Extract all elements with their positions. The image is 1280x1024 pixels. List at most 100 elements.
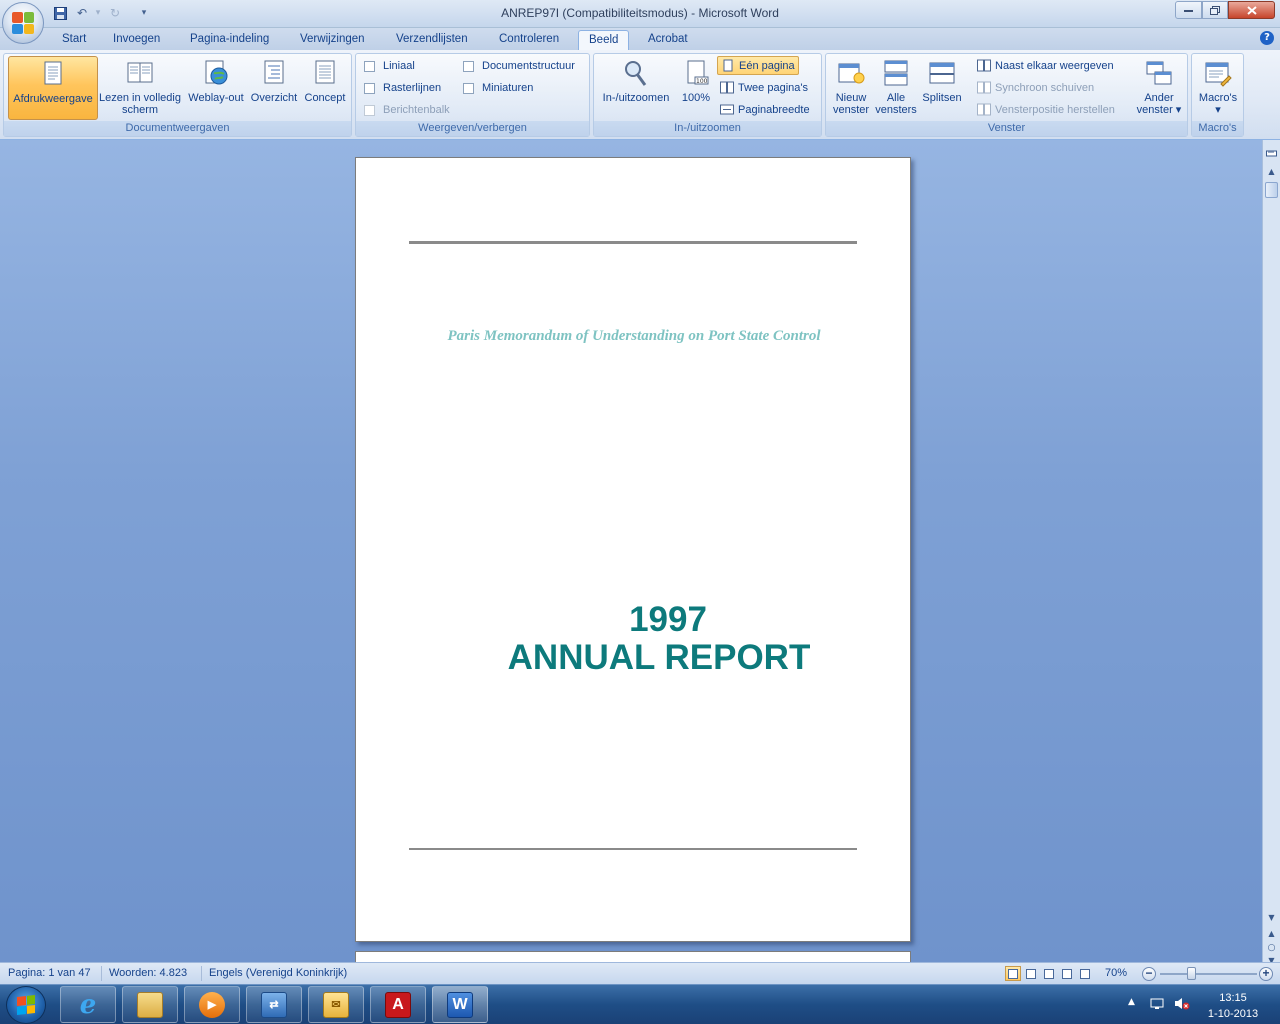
scrollbar-thumb[interactable]	[1265, 182, 1278, 198]
system-clock[interactable]: 13:15 1-10-2013	[1196, 990, 1270, 1022]
scroll-down-icon[interactable]: ▼	[1264, 910, 1279, 925]
document-page[interactable]: Paris Memorandum of Understanding on Por…	[355, 157, 911, 942]
remote-app-icon: ⇄	[261, 991, 287, 1018]
show-hidden-icons[interactable]: ▲	[1128, 997, 1135, 1007]
one-page-icon	[721, 59, 735, 72]
clock-time: 13:15	[1219, 992, 1247, 1004]
web-layout-icon	[205, 60, 228, 85]
tab-verzendlijsten[interactable]: Verzendlijsten	[394, 30, 470, 50]
office-button[interactable]	[2, 2, 44, 44]
page-count[interactable]: Pagina: 1 van 47	[8, 967, 91, 979]
taskbar-word[interactable]: W	[432, 986, 488, 1023]
miniaturen-checkbox[interactable]: Miniaturen	[463, 79, 533, 97]
overzicht-button[interactable]: Overzicht	[248, 56, 300, 120]
paginabreedte-button[interactable]: Paginabreedte	[717, 100, 813, 119]
restore-button[interactable]	[1202, 1, 1228, 19]
new-window-icon	[838, 63, 865, 84]
macros-button[interactable]: Macro's ▾	[1194, 56, 1242, 120]
next-page[interactable]	[355, 951, 911, 962]
ribbon-tabs: Start Invoegen Pagina-indeling Verwijzin…	[0, 28, 1280, 50]
group-weergeven-verbergen: Liniaal Rasterlijnen Berichtenbalk Docum…	[355, 53, 590, 137]
taskbar: e ▶ ⇄ ✉ A W ▲ 13:15 1-10-2013	[0, 984, 1280, 1024]
reading-view-icon[interactable]	[1023, 966, 1039, 981]
tab-beeld[interactable]: Beeld	[578, 30, 630, 50]
ander-venster-button[interactable]: Ander venster ▾	[1134, 56, 1184, 120]
taskbar-remote-app[interactable]: ⇄	[246, 986, 302, 1023]
help-icon[interactable]: ?	[1260, 31, 1274, 45]
clock-date: 1-10-2013	[1207, 1008, 1259, 1020]
group-label-zoom: In-/uitzoomen	[594, 121, 821, 136]
start-button[interactable]	[6, 986, 46, 1024]
naast-elkaar-button[interactable]: Naast elkaar weergeven	[974, 56, 1117, 75]
group-documentweergaven: Afdrukweergave Lezen in volledig scherm …	[3, 53, 352, 137]
print-layout-icon	[44, 61, 62, 85]
word-count[interactable]: Woorden: 4.823	[109, 967, 187, 979]
draft-view-icon[interactable]	[1077, 966, 1093, 981]
full-screen-reading-icon	[127, 62, 153, 83]
tab-pagina-indeling[interactable]: Pagina-indeling	[188, 30, 271, 50]
scroll-up-icon[interactable]: ▲	[1264, 164, 1279, 179]
afdrukweergave-button[interactable]: Afdrukweergave	[8, 56, 98, 120]
zoom-in-icon[interactable]: +	[1259, 967, 1273, 981]
document-area[interactable]: Paris Memorandum of Understanding on Por…	[0, 140, 1262, 962]
rasterlijnen-checkbox[interactable]: Rasterlijnen	[364, 79, 441, 97]
zoom-button[interactable]: In-/uitzoomen	[597, 56, 675, 120]
page-100-icon: 100	[687, 60, 709, 85]
group-macros: Macro's ▾ Macro's	[1191, 53, 1244, 137]
zoom-level[interactable]: 70%	[1105, 967, 1127, 979]
taskbar-acrobat[interactable]: A	[370, 986, 426, 1023]
previous-page-icon[interactable]: ▲	[1264, 926, 1279, 941]
arrange-all-icon	[884, 60, 908, 86]
internet-explorer-icon: e	[79, 989, 97, 1020]
weblay-out-button[interactable]: Weblay-out	[184, 56, 248, 120]
nieuw-venster-button[interactable]: Nieuw venster	[829, 56, 873, 120]
windows-logo-icon	[17, 995, 35, 1015]
outline-icon	[264, 60, 284, 84]
tab-invoegen[interactable]: Invoegen	[111, 30, 162, 50]
web-layout-view-icon[interactable]	[1041, 966, 1057, 981]
status-bar: Pagina: 1 van 47 Woorden: 4.823 Engels (…	[0, 962, 1280, 984]
minimize-button[interactable]	[1175, 1, 1202, 19]
outline-view-icon[interactable]	[1059, 966, 1075, 981]
zoom-slider-track[interactable]	[1160, 973, 1257, 975]
split-icon	[929, 62, 955, 84]
zoom-slider-thumb[interactable]	[1187, 967, 1196, 980]
language[interactable]: Engels (Verenigd Koninkrijk)	[209, 967, 347, 979]
liniaal-checkbox[interactable]: Liniaal	[364, 57, 415, 75]
twee-paginas-button[interactable]: Twee pagina's	[717, 78, 811, 97]
taskbar-file-explorer[interactable]	[122, 986, 178, 1023]
group-label-documentweergaven: Documentweergaven	[4, 121, 351, 136]
office-logo-icon	[12, 12, 34, 34]
volume-muted-icon[interactable]	[1174, 997, 1190, 1013]
page-width-icon	[720, 103, 734, 116]
zoom-out-icon[interactable]: −	[1142, 967, 1156, 981]
documentstructuur-checkbox[interactable]: Documentstructuur	[463, 57, 575, 75]
zoom-100-button[interactable]: 100 100%	[678, 56, 714, 120]
print-layout-view-icon[interactable]	[1005, 966, 1021, 981]
title-bar: ↶ ▾ ↻ ▾ ANREP97I (Compatibiliteitsmodus)…	[0, 0, 1280, 28]
tab-start[interactable]: Start	[60, 30, 88, 50]
tab-controleren[interactable]: Controleren	[497, 30, 561, 50]
een-pagina-button[interactable]: Eén pagina	[717, 56, 799, 75]
media-player-icon: ▶	[199, 991, 225, 1018]
tab-verwijzingen[interactable]: Verwijzingen	[298, 30, 367, 50]
alle-vensters-button[interactable]: Alle vensters	[874, 56, 918, 120]
taskbar-internet-explorer[interactable]: e	[60, 986, 116, 1023]
network-icon[interactable]	[1150, 997, 1164, 1013]
splitsen-button[interactable]: Splitsen	[919, 56, 965, 120]
ruler-toggle-icon[interactable]	[1264, 146, 1279, 161]
close-button[interactable]	[1228, 1, 1275, 19]
macro-icon	[1205, 62, 1232, 87]
taskbar-media-player[interactable]: ▶	[184, 986, 240, 1023]
group-label-weergeven: Weergeven/verbergen	[356, 121, 589, 136]
group-label-macros: Macro's	[1192, 121, 1243, 136]
berichtenbalk-checkbox[interactable]: Berichtenbalk	[364, 101, 450, 119]
vertical-scrollbar[interactable]: ▲ ▼ ▲ ○ ▼	[1262, 140, 1280, 965]
concept-button[interactable]: Concept	[301, 56, 349, 120]
sync-scroll-icon	[977, 81, 991, 94]
synchroon-schuiven-button[interactable]: Synchroon schuiven	[974, 78, 1097, 97]
vensterpositie-herstellen-button[interactable]: Vensterpositie herstellen	[974, 100, 1118, 119]
tab-acrobat[interactable]: Acrobat	[646, 30, 690, 50]
taskbar-outlook[interactable]: ✉	[308, 986, 364, 1023]
lezen-volledig-scherm-button[interactable]: Lezen in volledig scherm	[99, 56, 181, 120]
